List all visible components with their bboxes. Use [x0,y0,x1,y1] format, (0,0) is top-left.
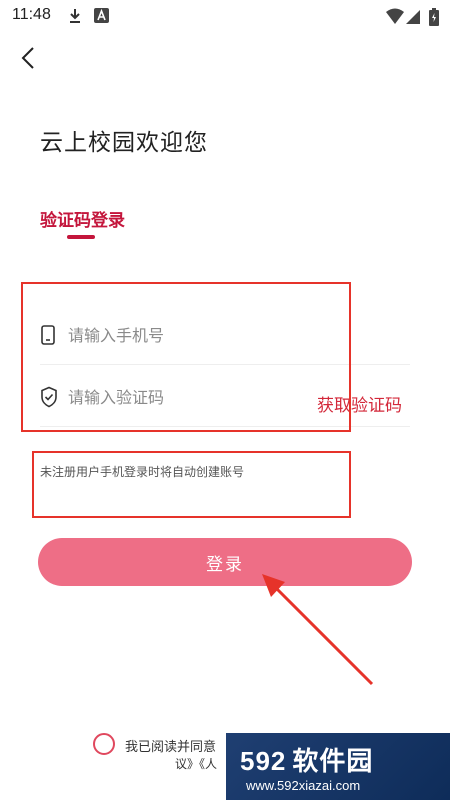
watermark-brand: 软件园 [292,746,374,776]
back-arrow-icon[interactable] [16,44,44,72]
agree-radio[interactable] [93,733,115,755]
download-icon [70,9,80,23]
page-title: 云上校园欢迎您 [40,130,208,156]
watermark-number: 592 [240,746,287,776]
annotation-box-notice [32,451,351,518]
battery-icon [429,8,439,26]
a-badge-icon [94,8,109,23]
watermark-logo: 592 软件园 www.592xiazai.com [226,733,450,800]
annotation-box-inputs [21,282,351,432]
wifi-icon [386,8,404,24]
agreement-links[interactable]: 议》《人 [175,755,217,772]
tab-code-login[interactable]: 验证码登录 [40,206,125,231]
signal-icon [406,10,420,24]
watermark-title: 592 软件园 [240,741,373,778]
status-bar: 11:48 [0,0,450,32]
watermark-url: www.592xiazai.com [246,778,361,793]
status-time: 11:48 [12,6,51,23]
tab-indicator [67,235,95,239]
login-button[interactable]: 登录 [38,538,412,586]
agreement-text: 我已阅读并同意 [125,740,217,755]
